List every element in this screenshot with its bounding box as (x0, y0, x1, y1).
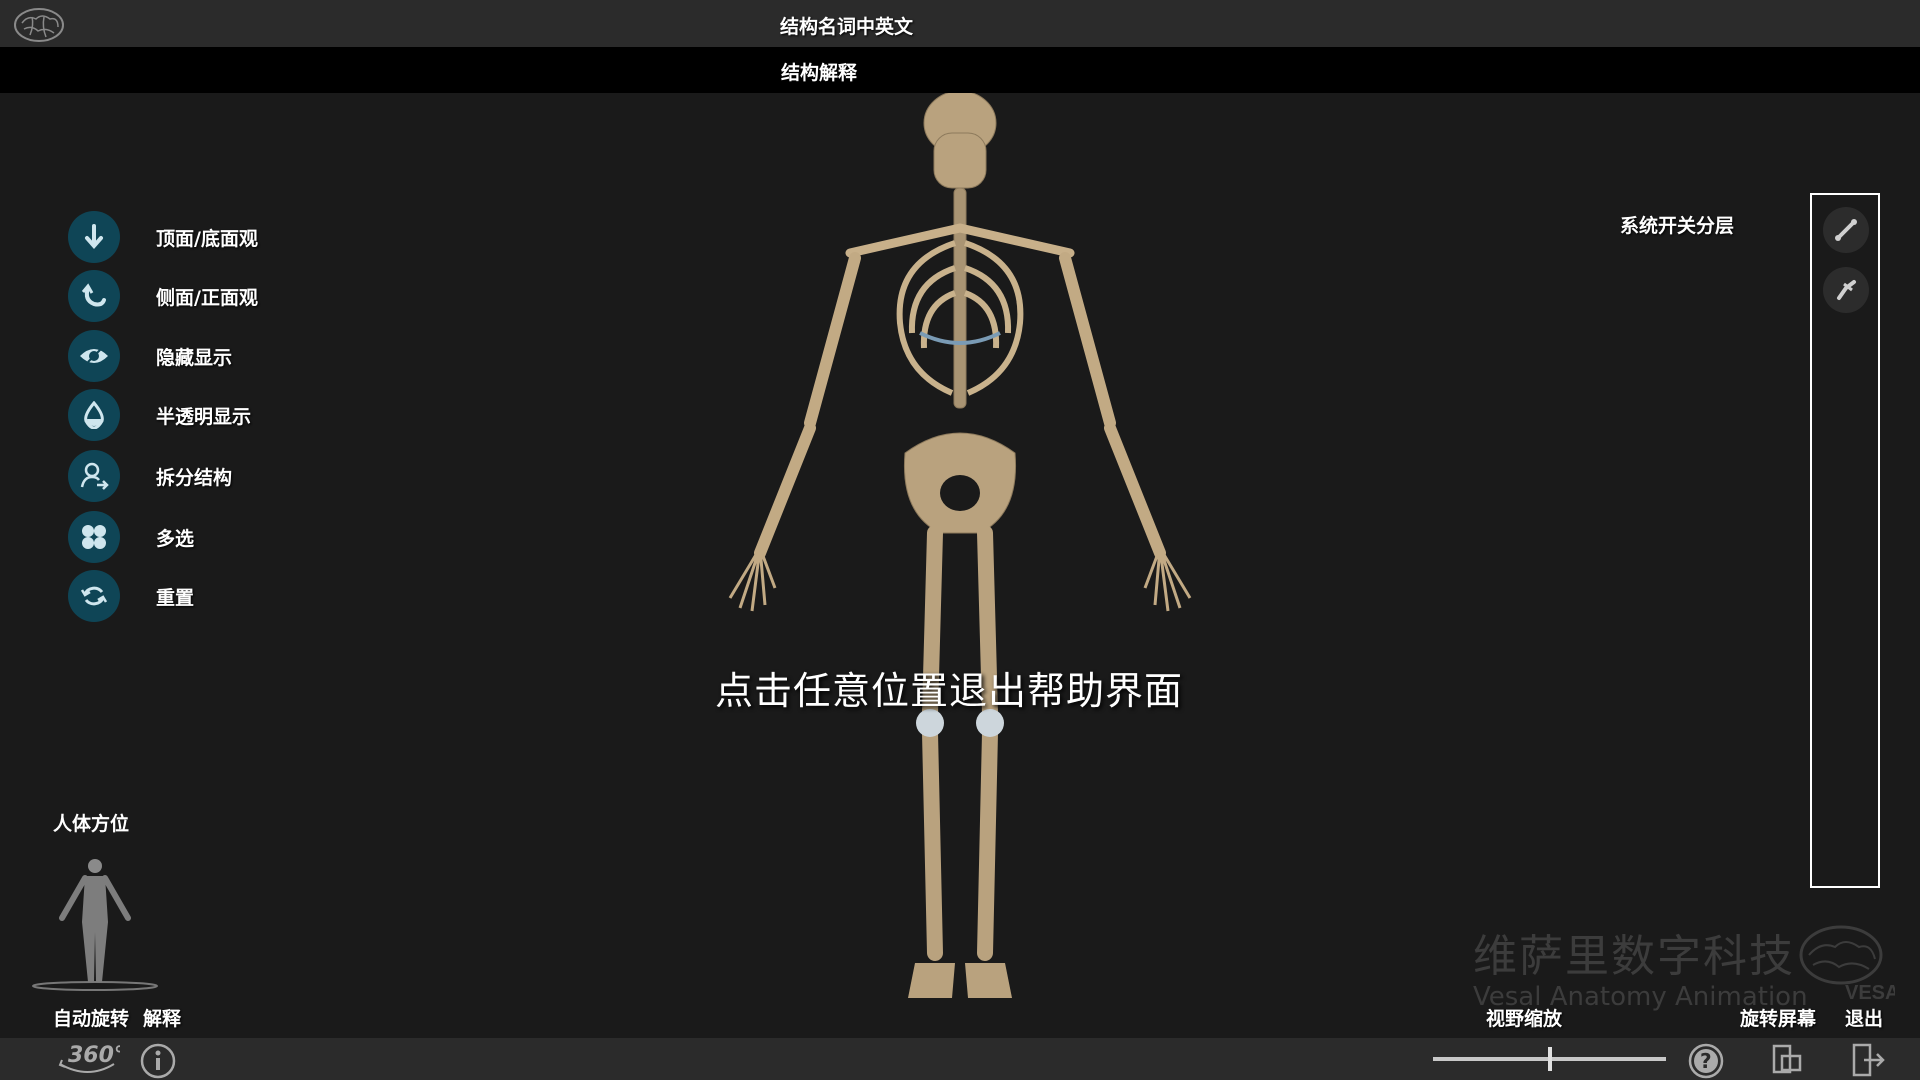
tool-label: 重置 (156, 586, 195, 609)
multi-select-icon (68, 511, 120, 563)
rotate-screen-icon[interactable] (1770, 1042, 1804, 1080)
side-front-view-tool[interactable]: 侧面/正面观 (68, 270, 258, 322)
top-bar: 结构名词中英文 (0, 0, 1920, 47)
svg-text:?: ? (1700, 1049, 1712, 1073)
top-bottom-view-tool[interactable]: 顶面/底面观 (68, 211, 258, 263)
tool-label: 侧面/正面观 (156, 286, 258, 309)
body-orientation-label: 人体方位 (53, 813, 130, 835)
explain-label: 解释 (143, 1008, 182, 1030)
rotate-left-icon (68, 270, 120, 322)
tool-label: 拆分结构 (156, 466, 233, 489)
layer-panel (1810, 193, 1880, 888)
person-split-icon (68, 450, 120, 502)
tool-label: 顶面/底面观 (156, 227, 258, 250)
split-structure-tool[interactable]: 拆分结构 (68, 450, 232, 502)
exit-label: 退出 (1845, 1008, 1884, 1030)
eye-icon (68, 330, 120, 382)
layer-system-label: 系统开关分层 (1620, 215, 1735, 237)
multi-select-tool[interactable]: 多选 (68, 511, 194, 563)
zoom-slider-thumb[interactable] (1547, 1047, 1552, 1071)
skeleton-model[interactable] (690, 93, 1230, 1013)
help-exit-message[interactable]: 点击任意位置退出帮助界面 (715, 660, 1183, 715)
sub-bar: 结构解释 (0, 47, 1920, 93)
exit-icon[interactable] (1850, 1042, 1886, 1080)
page-title: 结构名词中英文 (780, 16, 914, 38)
vesal-brain-logo-icon: VESAL (1799, 925, 1895, 1004)
structure-explanation-title: 结构解释 (781, 62, 858, 84)
zoom-label: 视野缩放 (1486, 1008, 1563, 1030)
watermark-logo-text: VESAL (1845, 982, 1895, 1004)
brain-logo-icon[interactable] (12, 5, 66, 45)
reset-tool[interactable]: 重置 (68, 570, 194, 622)
tool-label: 隐藏显示 (156, 346, 233, 369)
orientation-figure-icon[interactable] (30, 852, 160, 992)
vesal-watermark: 维萨里数字科技 Vesal Anatomy Animation (1473, 920, 1808, 1012)
zoom-slider[interactable] (1433, 1047, 1666, 1071)
joint-layer-button[interactable] (1823, 267, 1869, 313)
tool-label: 半透明显示 (156, 405, 252, 428)
arrow-down-icon (68, 211, 120, 263)
droplet-icon (68, 389, 120, 441)
auto-rotate-label: 自动旋转 (53, 1008, 130, 1030)
watermark-cn: 维萨里数字科技 (1473, 931, 1795, 982)
rotate-screen-label: 旋转屏幕 (1740, 1008, 1817, 1030)
translucent-tool[interactable]: 半透明显示 (68, 389, 251, 441)
auto-rotate-360-icon[interactable]: 360° (56, 1040, 125, 1080)
info-icon[interactable] (139, 1042, 177, 1080)
joint-bone-icon (1837, 280, 1856, 300)
tool-label: 多选 (156, 527, 195, 550)
reset-icon (68, 570, 120, 622)
hide-show-tool[interactable]: 隐藏显示 (68, 330, 232, 382)
bone-layer-button[interactable] (1823, 207, 1869, 253)
bottom-bar: 360° ? (0, 1038, 1920, 1080)
help-icon[interactable]: ? (1687, 1042, 1725, 1080)
bone-icon (1835, 219, 1857, 241)
